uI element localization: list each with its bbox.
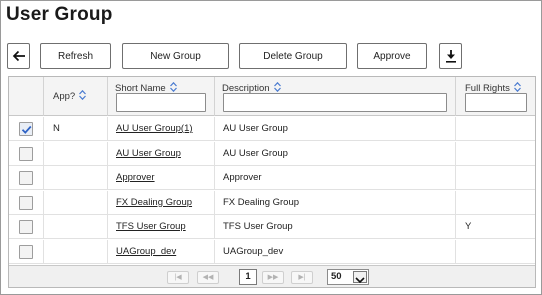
- app-cell: [44, 215, 108, 239]
- app-value: [44, 221, 53, 232]
- full-rights-cell: [456, 142, 535, 166]
- description-value: AU User Group: [223, 147, 288, 159]
- header-short-name[interactable]: Short Name: [108, 77, 215, 116]
- grid-header: App? Short Name Description Full Rights: [9, 77, 535, 116]
- sort-icon[interactable]: [79, 89, 87, 103]
- description-value: FX Dealing Group: [223, 196, 300, 208]
- description-filter-input[interactable]: [223, 93, 447, 112]
- app-value: [44, 197, 53, 208]
- select-cell: [9, 239, 44, 264]
- short-name-link[interactable]: UAGroup_dev: [108, 246, 176, 257]
- select-cell: [9, 117, 44, 141]
- page-size-select[interactable]: 50: [327, 269, 369, 285]
- description-cell: FX Dealing Group: [215, 190, 456, 215]
- next-page-button[interactable]: ▶▶: [262, 271, 284, 284]
- app-value: [44, 148, 53, 159]
- description-cell: UAGroup_dev: [215, 239, 456, 264]
- short-name-cell: UAGroup_dev: [108, 239, 215, 264]
- checkmark-icon: [21, 125, 32, 134]
- full-rights-value: [456, 172, 465, 183]
- full-rights-cell: [456, 117, 535, 141]
- full-rights-filter-input[interactable]: [465, 93, 527, 112]
- row-checkbox[interactable]: [19, 122, 33, 136]
- user-group-grid: App? Short Name Description Full Rights …: [8, 76, 536, 288]
- full-rights-value: [456, 148, 465, 159]
- full-rights-value: [456, 246, 465, 257]
- description-value: TFS User Group: [223, 221, 293, 232]
- short-name-link[interactable]: AU User Group(1): [108, 123, 193, 134]
- description-cell: TFS User Group: [215, 215, 456, 239]
- back-button[interactable]: [7, 43, 30, 69]
- short-name-link[interactable]: FX Dealing Group: [108, 197, 192, 208]
- last-page-button[interactable]: ▶|: [291, 271, 313, 284]
- full-rights-value: Y: [465, 221, 472, 232]
- description-value: Approver: [223, 172, 262, 183]
- download-icon: [445, 49, 457, 63]
- app-value: [44, 172, 53, 183]
- description-cell: AU User Group: [215, 141, 456, 166]
- pager: |◀ ◀◀ 1 ▶▶ ▶| 50: [9, 265, 535, 287]
- app-value: [44, 246, 53, 257]
- table-row[interactable]: UAGroup_dev UAGroup_dev: [9, 239, 535, 264]
- app-cell: [44, 190, 108, 215]
- header-full-rights[interactable]: Full Rights: [456, 77, 535, 116]
- full-rights-cell: Y: [456, 215, 535, 239]
- table-row[interactable]: TFS User Group TFS User Group Y: [9, 215, 535, 239]
- short-name-cell: TFS User Group: [108, 215, 215, 239]
- select-cell: [9, 190, 44, 215]
- header-select-column: [9, 77, 44, 116]
- short-name-cell: AU User Group(1): [108, 117, 215, 141]
- row-checkbox[interactable]: [19, 146, 33, 161]
- full-rights-cell: [456, 191, 535, 215]
- description-value: UAGroup_dev: [223, 245, 284, 257]
- short-name-link[interactable]: TFS User Group: [108, 221, 186, 232]
- delete-group-button[interactable]: Delete Group: [239, 43, 347, 69]
- row-checkbox[interactable]: [19, 171, 33, 185]
- new-group-button[interactable]: New Group: [122, 43, 229, 69]
- full-rights-value: [456, 197, 465, 208]
- description-value: AU User Group: [223, 123, 288, 134]
- header-app[interactable]: App?: [44, 77, 108, 116]
- full-rights-cell: [456, 240, 535, 264]
- full-rights-value: [456, 123, 465, 134]
- short-name-cell: FX Dealing Group: [108, 190, 215, 215]
- select-cell: [9, 166, 44, 190]
- row-checkbox[interactable]: [19, 220, 33, 234]
- table-row[interactable]: Approver Approver: [9, 166, 535, 190]
- table-row[interactable]: AU User Group AU User Group: [9, 141, 535, 166]
- row-checkbox[interactable]: [19, 195, 33, 210]
- table-row[interactable]: N AU User Group(1) AU User Group: [9, 117, 535, 141]
- header-description[interactable]: Description: [215, 77, 456, 116]
- app-cell: N: [44, 117, 108, 141]
- select-cell: [9, 141, 44, 166]
- header-app-label: App?: [53, 91, 76, 103]
- download-button[interactable]: [439, 43, 462, 69]
- current-page-number[interactable]: 1: [239, 269, 257, 285]
- arrow-left-icon: [12, 50, 26, 62]
- description-cell: Approver: [215, 166, 456, 190]
- description-cell: AU User Group: [215, 117, 456, 141]
- app-value: N: [53, 123, 60, 134]
- short-name-cell: AU User Group: [108, 141, 215, 166]
- short-name-link[interactable]: Approver: [108, 172, 155, 183]
- short-name-link[interactable]: AU User Group: [108, 148, 181, 159]
- chevron-down-icon[interactable]: [353, 271, 367, 284]
- app-cell: [44, 166, 108, 190]
- page-title: User Group: [6, 4, 113, 25]
- select-cell: [9, 215, 44, 239]
- short-name-cell: Approver: [108, 166, 215, 190]
- approve-button[interactable]: Approve: [357, 43, 427, 69]
- first-page-button[interactable]: |◀: [167, 271, 189, 284]
- previous-page-button[interactable]: ◀◀: [197, 271, 219, 284]
- toolbar: Refresh New Group Delete Group Approve: [7, 43, 537, 69]
- full-rights-cell: [456, 166, 535, 190]
- table-row[interactable]: FX Dealing Group FX Dealing Group: [9, 190, 535, 215]
- app-cell: [44, 141, 108, 166]
- row-checkbox[interactable]: [19, 244, 33, 259]
- page-size-value: 50: [331, 271, 342, 282]
- app-cell: [44, 239, 108, 264]
- refresh-button[interactable]: Refresh: [40, 43, 111, 69]
- short-name-filter-input[interactable]: [116, 93, 206, 112]
